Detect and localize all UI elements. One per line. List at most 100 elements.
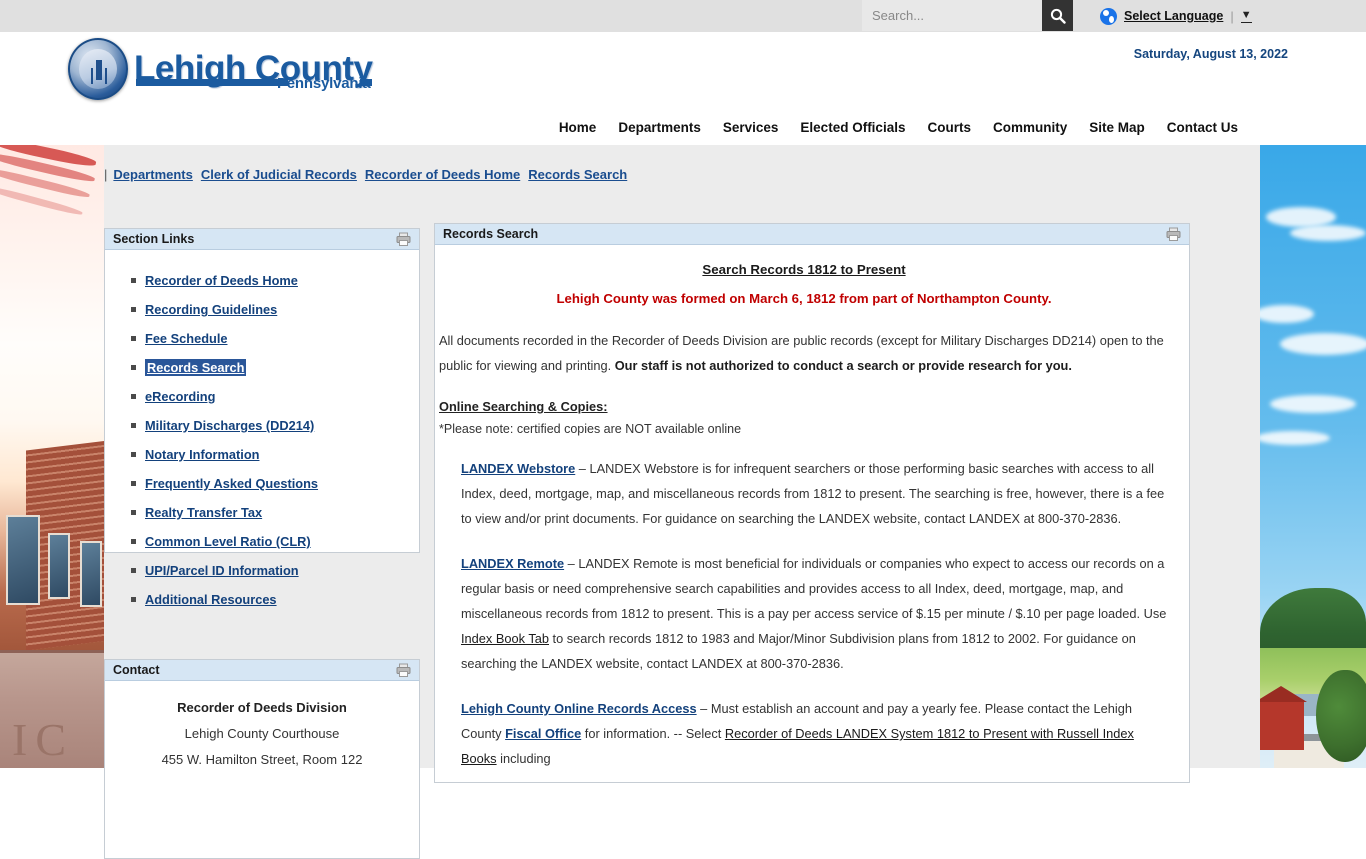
section-links-list: Recorder of Deeds Home Recording Guideli…: [105, 250, 419, 609]
language-selector[interactable]: Select Language | ▼: [1100, 6, 1252, 26]
nav-item-community[interactable]: Community: [993, 120, 1067, 135]
page-body: IC | Departments Clerk of Judicial Records…: [0, 145, 1366, 859]
cloud: [1280, 333, 1366, 355]
list-item: Recording Guidelines: [131, 301, 419, 319]
language-divider: |: [1230, 8, 1234, 24]
breadcrumb-item-recorder-of-deeds-home[interactable]: Recorder of Deeds Home: [365, 167, 520, 182]
county-seal-icon: [68, 38, 128, 100]
sidebar-item-additional-resources[interactable]: Additional Resources: [145, 592, 277, 607]
site-logo[interactable]: Lehigh County Pennsylvania: [68, 38, 373, 100]
stone-monument: IC: [0, 650, 104, 768]
cloud: [1260, 305, 1314, 323]
contact-address: 455 W. Hamilton Street, Room 122: [161, 752, 363, 767]
building-window: [80, 541, 102, 607]
chevron-down-icon[interactable]: ▼: [1240, 9, 1252, 23]
sidebar-item-military-discharges[interactable]: Military Discharges (DD214): [145, 418, 314, 433]
print-icon[interactable]: [1166, 227, 1181, 241]
tree: [1316, 670, 1366, 762]
red-barn: [1260, 686, 1307, 750]
nav-item-elected-officials[interactable]: Elected Officials: [800, 120, 905, 135]
online-searching-heading: Online Searching & Copies:: [439, 399, 608, 414]
wordmark: Lehigh County Pennsylvania: [134, 50, 373, 93]
heading-block: Search Records 1812 to Present Lehigh Co…: [439, 261, 1169, 306]
breadcrumb-item-departments[interactable]: Departments: [113, 167, 192, 182]
index-book-tab-link[interactable]: Index Book Tab: [461, 631, 549, 646]
nav-item-services[interactable]: Services: [723, 120, 779, 135]
list-item: UPI/Parcel ID Information: [131, 562, 419, 580]
contact-building: Lehigh County Courthouse: [184, 726, 340, 741]
online-records-access-paragraph: Lehigh County Online Records Access – Mu…: [461, 696, 1169, 771]
globe-icon: [1100, 7, 1117, 25]
content-area: | Departments Clerk of Judicial Records Rec…: [104, 145, 1260, 859]
fiscal-office-link[interactable]: Fiscal Office: [505, 726, 581, 741]
main-navigation: Home Departments Services Elected Offici…: [559, 120, 1238, 135]
intro-paragraph: All documents recorded in the Recorder o…: [439, 328, 1169, 378]
landex-remote-paragraph: LANDEX Remote – LANDEX Remote is most be…: [461, 551, 1169, 676]
online-searching-block: Online Searching & Copies: *Please note:…: [439, 398, 1169, 436]
breadcrumb-item-clerk-of-judicial-records[interactable]: Clerk of Judicial Records: [201, 167, 357, 182]
cloud: [1260, 431, 1330, 445]
online-access-text-2: for information. -- Select: [581, 726, 725, 741]
records-search-header: Records Search: [435, 224, 1189, 245]
decorative-farm-landscape-image: [1260, 145, 1366, 768]
list-item: Realty Transfer Tax: [131, 504, 419, 522]
search-button[interactable]: [1042, 0, 1073, 31]
intro-text-b: Our staff is not authorized to conduct a…: [614, 358, 1072, 373]
breadcrumb-item-records-search[interactable]: Records Search: [528, 167, 627, 182]
site-header: Lehigh County Pennsylvania Saturday, Aug…: [0, 32, 1366, 145]
list-item: Common Level Ratio (CLR): [131, 533, 419, 551]
page-title: Records Search: [443, 227, 539, 241]
list-item: Military Discharges (DD214): [131, 417, 419, 435]
landex-remote-link[interactable]: LANDEX Remote: [461, 556, 564, 571]
sidebar-item-recording-guidelines[interactable]: Recording Guidelines: [145, 302, 277, 317]
sidebar-item-recorder-of-deeds-home[interactable]: Recorder of Deeds Home: [145, 273, 298, 288]
search-records-heading: Search Records 1812 to Present: [702, 262, 906, 277]
sidebar-item-upi-parcel-id-information[interactable]: UPI/Parcel ID Information: [145, 563, 299, 578]
online-records-access-link[interactable]: Lehigh County Online Records Access: [461, 701, 697, 716]
list-item: Records Search: [131, 359, 419, 377]
print-icon[interactable]: [396, 232, 411, 246]
contact-panel: Contact Recorder of Deeds Division Lehig…: [104, 659, 420, 859]
sidebar-item-notary-information[interactable]: Notary Information: [145, 447, 259, 462]
cloud: [1270, 395, 1356, 413]
building-window: [6, 515, 40, 605]
search-field-wrapper: [862, 0, 1042, 31]
print-icon[interactable]: [396, 663, 411, 677]
sidebar-item-realty-transfer-tax[interactable]: Realty Transfer Tax: [145, 505, 262, 520]
cloud: [1290, 225, 1366, 241]
sidebar-item-records-search[interactable]: Records Search: [145, 359, 247, 376]
list-item: Additional Resources: [131, 591, 419, 609]
building-window: [48, 533, 70, 599]
select-language-label[interactable]: Select Language: [1124, 9, 1223, 23]
logo-bar-left: [136, 79, 288, 86]
search-input[interactable]: [862, 0, 1042, 31]
list-item: Recorder of Deeds Home: [131, 272, 419, 290]
landex-webstore-paragraph: LANDEX Webstore – LANDEX Webstore is for…: [461, 456, 1169, 531]
sidebar-item-common-level-ratio[interactable]: Common Level Ratio (CLR): [145, 534, 311, 549]
nav-item-home[interactable]: Home: [559, 120, 597, 135]
records-search-panel: Records Search Search Records 1812 to Pr…: [434, 223, 1190, 783]
sidebar-item-fee-schedule[interactable]: Fee Schedule: [145, 331, 228, 346]
breadcrumb-prefix: |: [104, 167, 108, 182]
certified-copies-note: *Please note: certified copies are NOT a…: [439, 422, 742, 436]
decorative-flag-courthouse-image: IC: [0, 145, 104, 768]
landex-webstore-link[interactable]: LANDEX Webstore: [461, 461, 575, 476]
nav-item-courts[interactable]: Courts: [927, 120, 971, 135]
contact-title: Contact: [113, 663, 160, 677]
top-utility-bar: Select Language | ▼: [0, 0, 1366, 32]
sidebar-item-frequently-asked-questions[interactable]: Frequently Asked Questions: [145, 476, 318, 491]
list-item: Fee Schedule: [131, 330, 419, 348]
contact-body: Recorder of Deeds Division Lehigh County…: [105, 681, 419, 773]
current-date: Saturday, August 13, 2022: [1133, 47, 1288, 61]
contact-header: Contact: [105, 660, 419, 681]
landex-remote-text-1: – LANDEX Remote is most beneficial for i…: [461, 556, 1167, 621]
sidebar-item-erecording[interactable]: eRecording: [145, 389, 215, 404]
landex-remote-text-2: to search records 1812 to 1983 and Major…: [461, 631, 1136, 671]
monument-lettering: IC: [12, 714, 74, 765]
nav-item-departments[interactable]: Departments: [618, 120, 701, 135]
nav-item-contact-us[interactable]: Contact Us: [1167, 120, 1238, 135]
nav-item-site-map[interactable]: Site Map: [1089, 120, 1145, 135]
breadcrumb: | Departments Clerk of Judicial Records Rec…: [104, 167, 631, 182]
search-icon: [1050, 8, 1066, 24]
online-access-text-3: including: [496, 751, 551, 766]
